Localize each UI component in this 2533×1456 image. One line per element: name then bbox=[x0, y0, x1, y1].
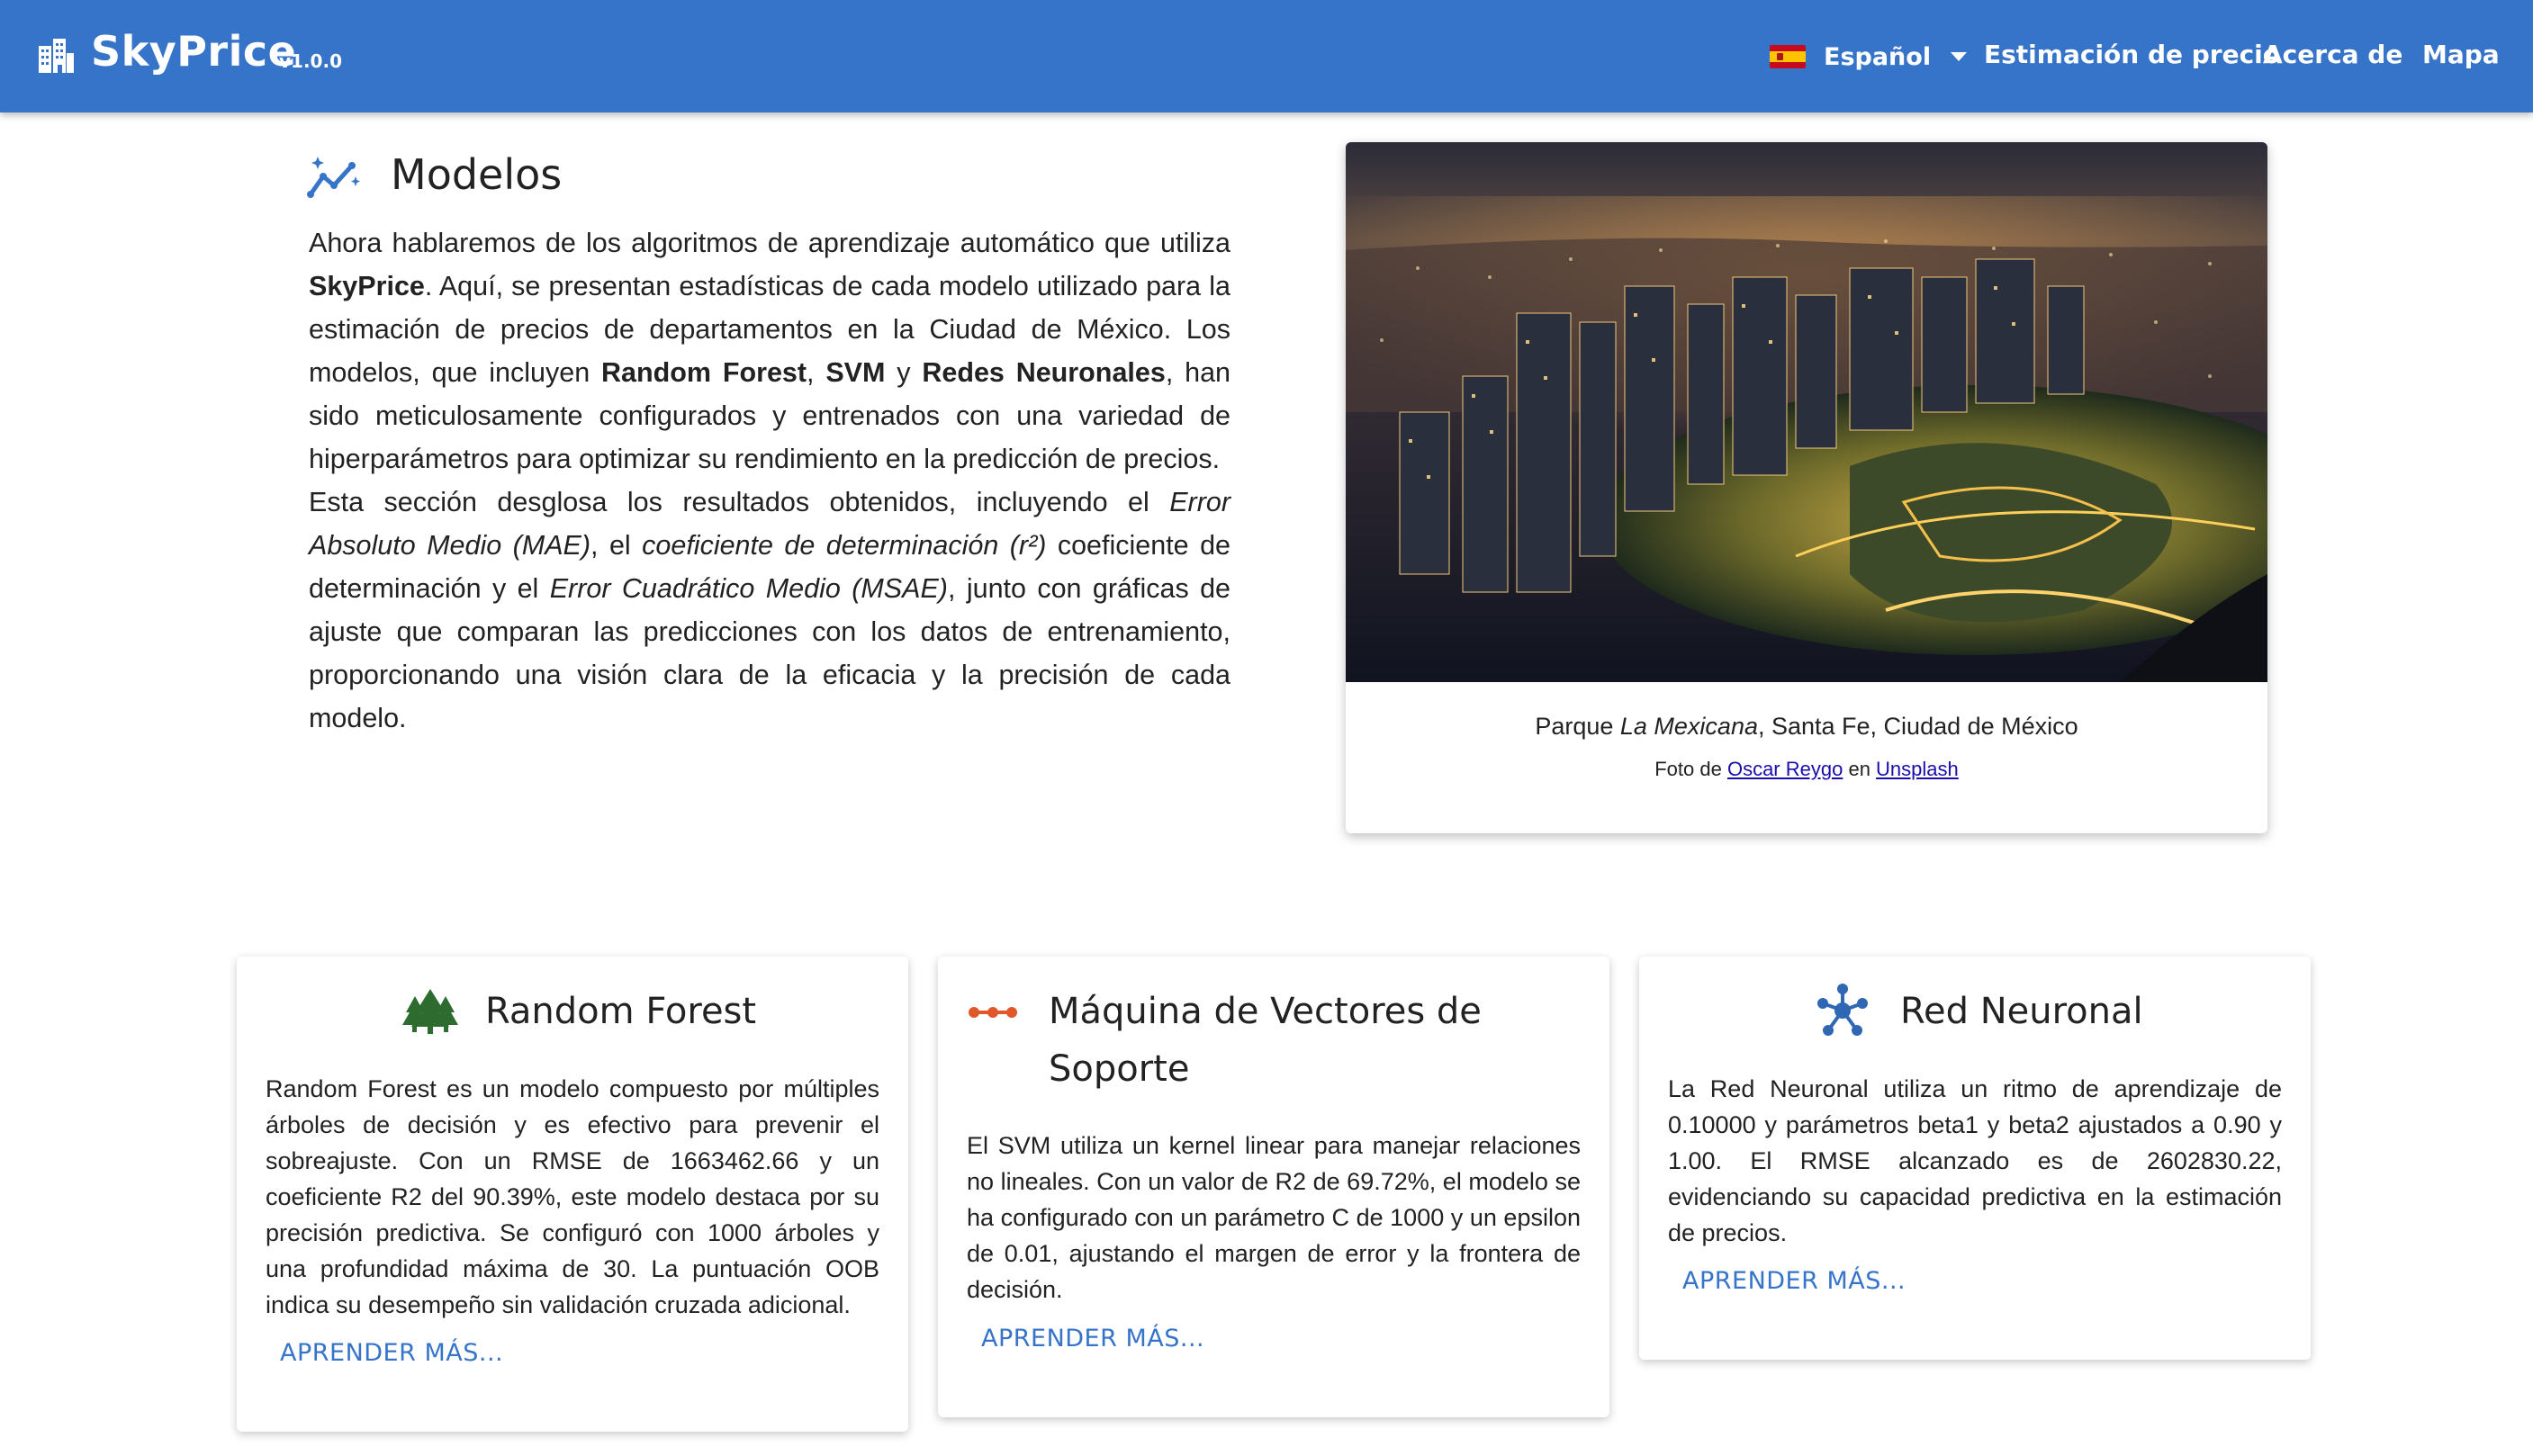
learn-more-button[interactable]: APRENDER MÁS... bbox=[1682, 1267, 1906, 1295]
city-night-photo bbox=[1346, 142, 2267, 682]
nav-link-price-estimation[interactable]: Estimación de precio bbox=[1984, 40, 2280, 69]
model-card-neural-network: Red Neuronal La Red Neuronal utiliza un … bbox=[1639, 957, 2311, 1360]
chart-sparkle-icon bbox=[307, 157, 360, 198]
card-title: Random Forest bbox=[485, 991, 757, 1032]
photo-card: Parque La Mexicana, Santa Fe, Ciudad de … bbox=[1346, 142, 2267, 833]
app-name[interactable]: SkyPrice bbox=[91, 27, 296, 76]
app-bar: SkyPrice v1.0.0 Español Estimación de pr… bbox=[0, 0, 2533, 112]
app-version: v1.0.0 bbox=[279, 50, 342, 72]
card-title: Red Neuronal bbox=[1900, 991, 2143, 1032]
caret-down-icon bbox=[1951, 52, 1968, 61]
spain-flag-icon bbox=[1770, 45, 1806, 68]
learn-more-button[interactable]: APRENDER MÁS... bbox=[981, 1325, 1204, 1353]
card-title: Máquina de Vectores de Soporte bbox=[1049, 991, 1482, 1090]
intro-text: Ahora hablaremos de los algoritmos de ap… bbox=[309, 221, 1230, 740]
model-card-random-forest: Random Forest Random Forest es un modelo… bbox=[237, 957, 908, 1432]
language-label: Español bbox=[1824, 42, 1932, 71]
card-description: La Red Neuronal utiliza un ritmo de apre… bbox=[1668, 1075, 2282, 1246]
section-title: Modelos bbox=[391, 150, 563, 199]
card-description: El SVM utiliza un kernel linear para man… bbox=[967, 1132, 1581, 1303]
credit-author-link[interactable]: Oscar Reygo bbox=[1727, 758, 1843, 780]
neural-network-icon bbox=[1817, 984, 1868, 1036]
city-icon bbox=[39, 39, 74, 73]
model-card-svm: Máquina de Vectores de Soporte El SVM ut… bbox=[938, 957, 1609, 1417]
vector-dots-icon bbox=[969, 1007, 1017, 1018]
nav-link-map[interactable]: Mapa bbox=[2422, 40, 2500, 69]
photo-caption: Parque La Mexicana, Santa Fe, Ciudad de … bbox=[1535, 713, 2078, 740]
intro-paragraph-1: Ahora hablaremos de los algoritmos de ap… bbox=[309, 228, 1230, 474]
photo-credit: Foto de Oscar Reygo en Unsplash bbox=[1654, 758, 1959, 780]
intro-paragraph-2: Esta sección desglosa los resultados obt… bbox=[309, 487, 1231, 733]
language-selector[interactable]: Español bbox=[1770, 39, 1968, 75]
forest-icon bbox=[402, 989, 458, 1034]
credit-site-link[interactable]: Unsplash bbox=[1876, 758, 1959, 780]
card-description: Random Forest es un modelo compuesto por… bbox=[266, 1075, 879, 1318]
nav-link-about[interactable]: Acerca de bbox=[2263, 40, 2402, 69]
learn-more-button[interactable]: APRENDER MÁS... bbox=[280, 1339, 503, 1367]
